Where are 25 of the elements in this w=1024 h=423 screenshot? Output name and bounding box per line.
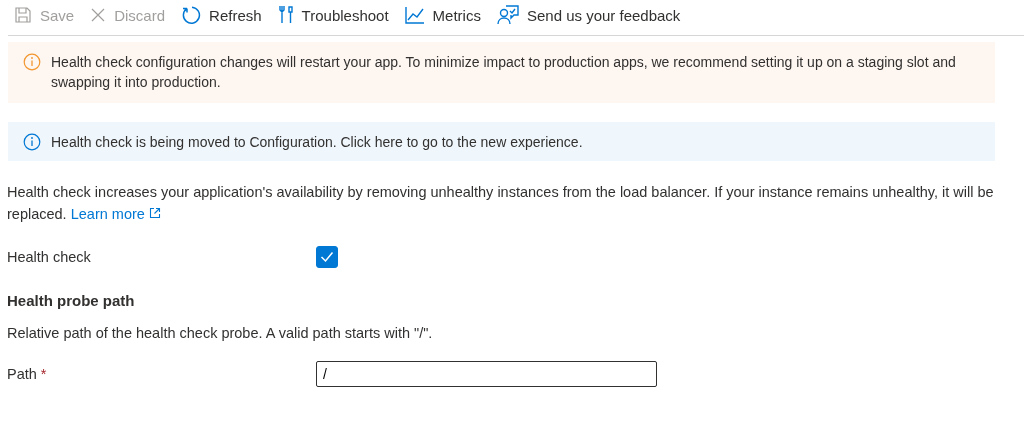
line-chart-icon: [404, 6, 425, 24]
info-icon: [23, 133, 41, 151]
learn-more-link[interactable]: Learn more: [70, 206, 161, 222]
external-link-icon: [148, 207, 161, 219]
section-heading: Health probe path: [7, 292, 136, 309]
health-check-checkbox[interactable]: [316, 246, 338, 268]
banner-text: Health check configuration changes will restart your app. To minimize impact to production apps, we recommend setting it up on a staging slot and swapping it into production.: [51, 53, 957, 92]
toolbar-button[interactable]: Send us your feedback: [496, 5, 681, 25]
toolbar-button[interactable]: Troubleshoot: [277, 5, 389, 25]
probe-description: Relative path of the health check probe. A valid path starts with "/".: [7, 325, 434, 341]
close-icon: [90, 7, 107, 23]
toolbar-button[interactable]: Metrics: [404, 6, 481, 24]
feedback-icon: [496, 5, 519, 25]
save-icon: [14, 6, 32, 24]
refresh-icon: [181, 5, 202, 25]
info-banner[interactable]: Health check is being moved to Configuration. Click here to go to the new experience.: [8, 122, 995, 161]
description-text: Health check increases your application's availability by removing unhealthy instances from the load balancer. If your instance remains unhealthy, it will be replaced. Learn more: [7, 183, 995, 224]
path-input-field[interactable]: /: [316, 361, 657, 387]
health-check-label: Health check: [7, 249, 92, 265]
info-icon: [23, 53, 41, 71]
banner-text: Health check is being moved to Configuration. Click here to go to the new experience.: [51, 133, 583, 152]
tools-icon: [277, 5, 294, 25]
checkmark-icon: [320, 251, 334, 263]
path-label: Path *: [7, 366, 48, 382]
toolbar-button[interactable]: Refresh: [181, 5, 262, 25]
